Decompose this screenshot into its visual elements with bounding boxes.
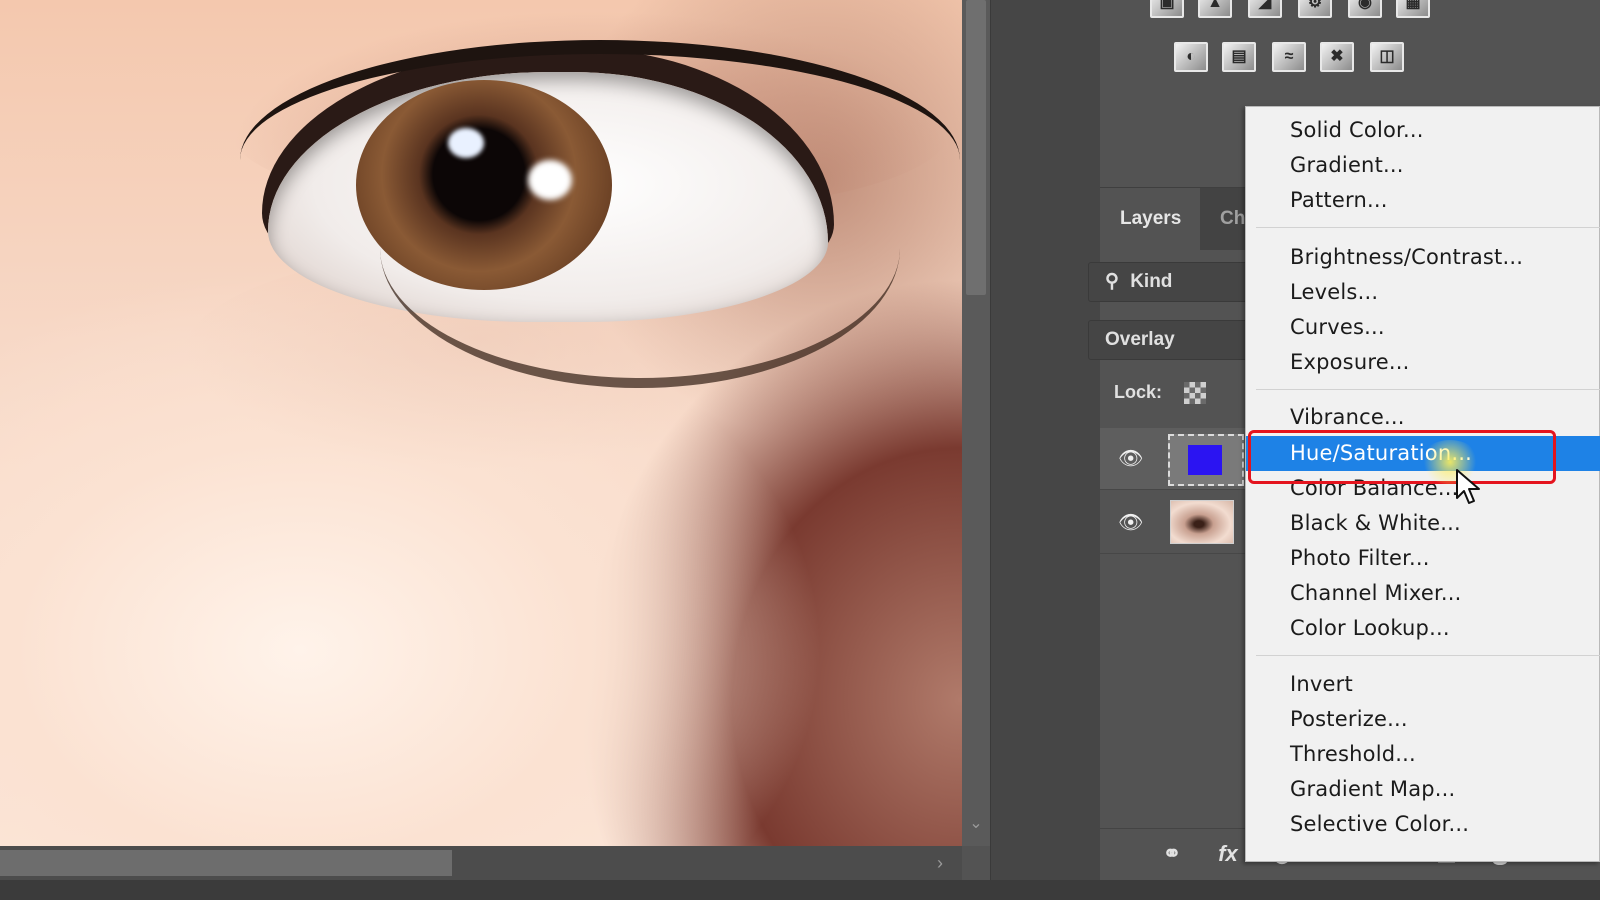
levels-icon[interactable]: ▲: [1198, 0, 1232, 18]
canvas-vertical-scrollbar[interactable]: ⌄: [962, 0, 990, 846]
document-canvas[interactable]: [0, 0, 962, 846]
brightness-icon[interactable]: ▣: [1150, 0, 1184, 18]
link-layers-icon[interactable]: ⚭: [1156, 839, 1188, 869]
menu-item-photo-filter[interactable]: Photo Filter...: [1246, 541, 1600, 576]
scrollbar-thumb[interactable]: [966, 0, 986, 295]
lock-label: Lock:: [1114, 382, 1163, 402]
panel-dock-gutter: [990, 0, 1100, 880]
menu-item-solid-color[interactable]: Solid Color...: [1246, 113, 1600, 148]
menu-item-exposure[interactable]: Exposure...: [1246, 345, 1600, 380]
menu-item-black-white[interactable]: Black & White...: [1246, 506, 1600, 541]
fx-icon[interactable]: fx: [1212, 839, 1244, 869]
menu-item-selective-color[interactable]: Selective Color...: [1246, 807, 1600, 842]
annotation-highlight-ring: [1248, 430, 1556, 484]
vibrance-icon[interactable]: ◉: [1348, 0, 1382, 18]
scroll-right-icon[interactable]: ›: [928, 850, 952, 876]
visibility-eye-icon[interactable]: 👁: [1118, 449, 1146, 469]
menu-item-levels[interactable]: Levels...: [1246, 275, 1600, 310]
menu-item-pattern[interactable]: Pattern...: [1246, 183, 1600, 218]
lock-transparency-icon[interactable]: [1184, 382, 1206, 404]
threshold-icon[interactable]: ≈: [1272, 42, 1306, 72]
menu-separator: [1256, 389, 1600, 390]
menu-item-channel-mixer[interactable]: Channel Mixer...: [1246, 576, 1600, 611]
menu-item-posterize[interactable]: Posterize...: [1246, 702, 1600, 737]
menu-item-color-lookup[interactable]: Color Lookup...: [1246, 611, 1600, 646]
mouse-pointer-icon: [1456, 469, 1480, 504]
invert-icon[interactable]: ◐: [1174, 42, 1208, 72]
tab-layers[interactable]: Layers: [1100, 188, 1200, 250]
curves-icon[interactable]: ◢: [1248, 0, 1282, 18]
menu-item-brightness-contrast[interactable]: Brightness/Contrast...: [1246, 240, 1600, 275]
visibility-eye-icon[interactable]: 👁: [1118, 513, 1146, 533]
photo-eye-highlight: [528, 160, 572, 200]
selective-color-icon[interactable]: ✖: [1320, 42, 1354, 72]
color-swatch: [1188, 445, 1222, 475]
menu-item-threshold[interactable]: Threshold...: [1246, 737, 1600, 772]
menu-item-gradient[interactable]: Gradient...: [1246, 148, 1600, 183]
filter-kind-label: Kind: [1130, 271, 1173, 292]
status-strip: [0, 880, 1600, 900]
menu-item-curves[interactable]: Curves...: [1246, 310, 1600, 345]
scrollbar-thumb[interactable]: [0, 850, 452, 876]
gradient-map-icon[interactable]: ◫: [1370, 42, 1404, 72]
search-icon: ⚲: [1105, 271, 1119, 292]
canvas-horizontal-scrollbar[interactable]: ›: [0, 846, 962, 880]
grid-icon[interactable]: ▦: [1396, 0, 1430, 18]
fill-layer-thumbnail[interactable]: [1168, 434, 1244, 486]
menu-item-gradient-map[interactable]: Gradient Map...: [1246, 772, 1600, 807]
photo-layer-thumbnail[interactable]: [1170, 500, 1234, 544]
menu-separator: [1256, 655, 1600, 656]
scroll-down-icon[interactable]: ⌄: [962, 812, 990, 836]
menu-item-invert[interactable]: Invert: [1246, 667, 1600, 702]
new-adjustment-layer-menu: Solid Color... Gradient... Pattern... Br…: [1245, 106, 1600, 862]
menu-separator: [1256, 227, 1600, 228]
posterize-icon[interactable]: ▤: [1222, 42, 1256, 72]
exposure-icon[interactable]: ⚙: [1298, 0, 1332, 18]
